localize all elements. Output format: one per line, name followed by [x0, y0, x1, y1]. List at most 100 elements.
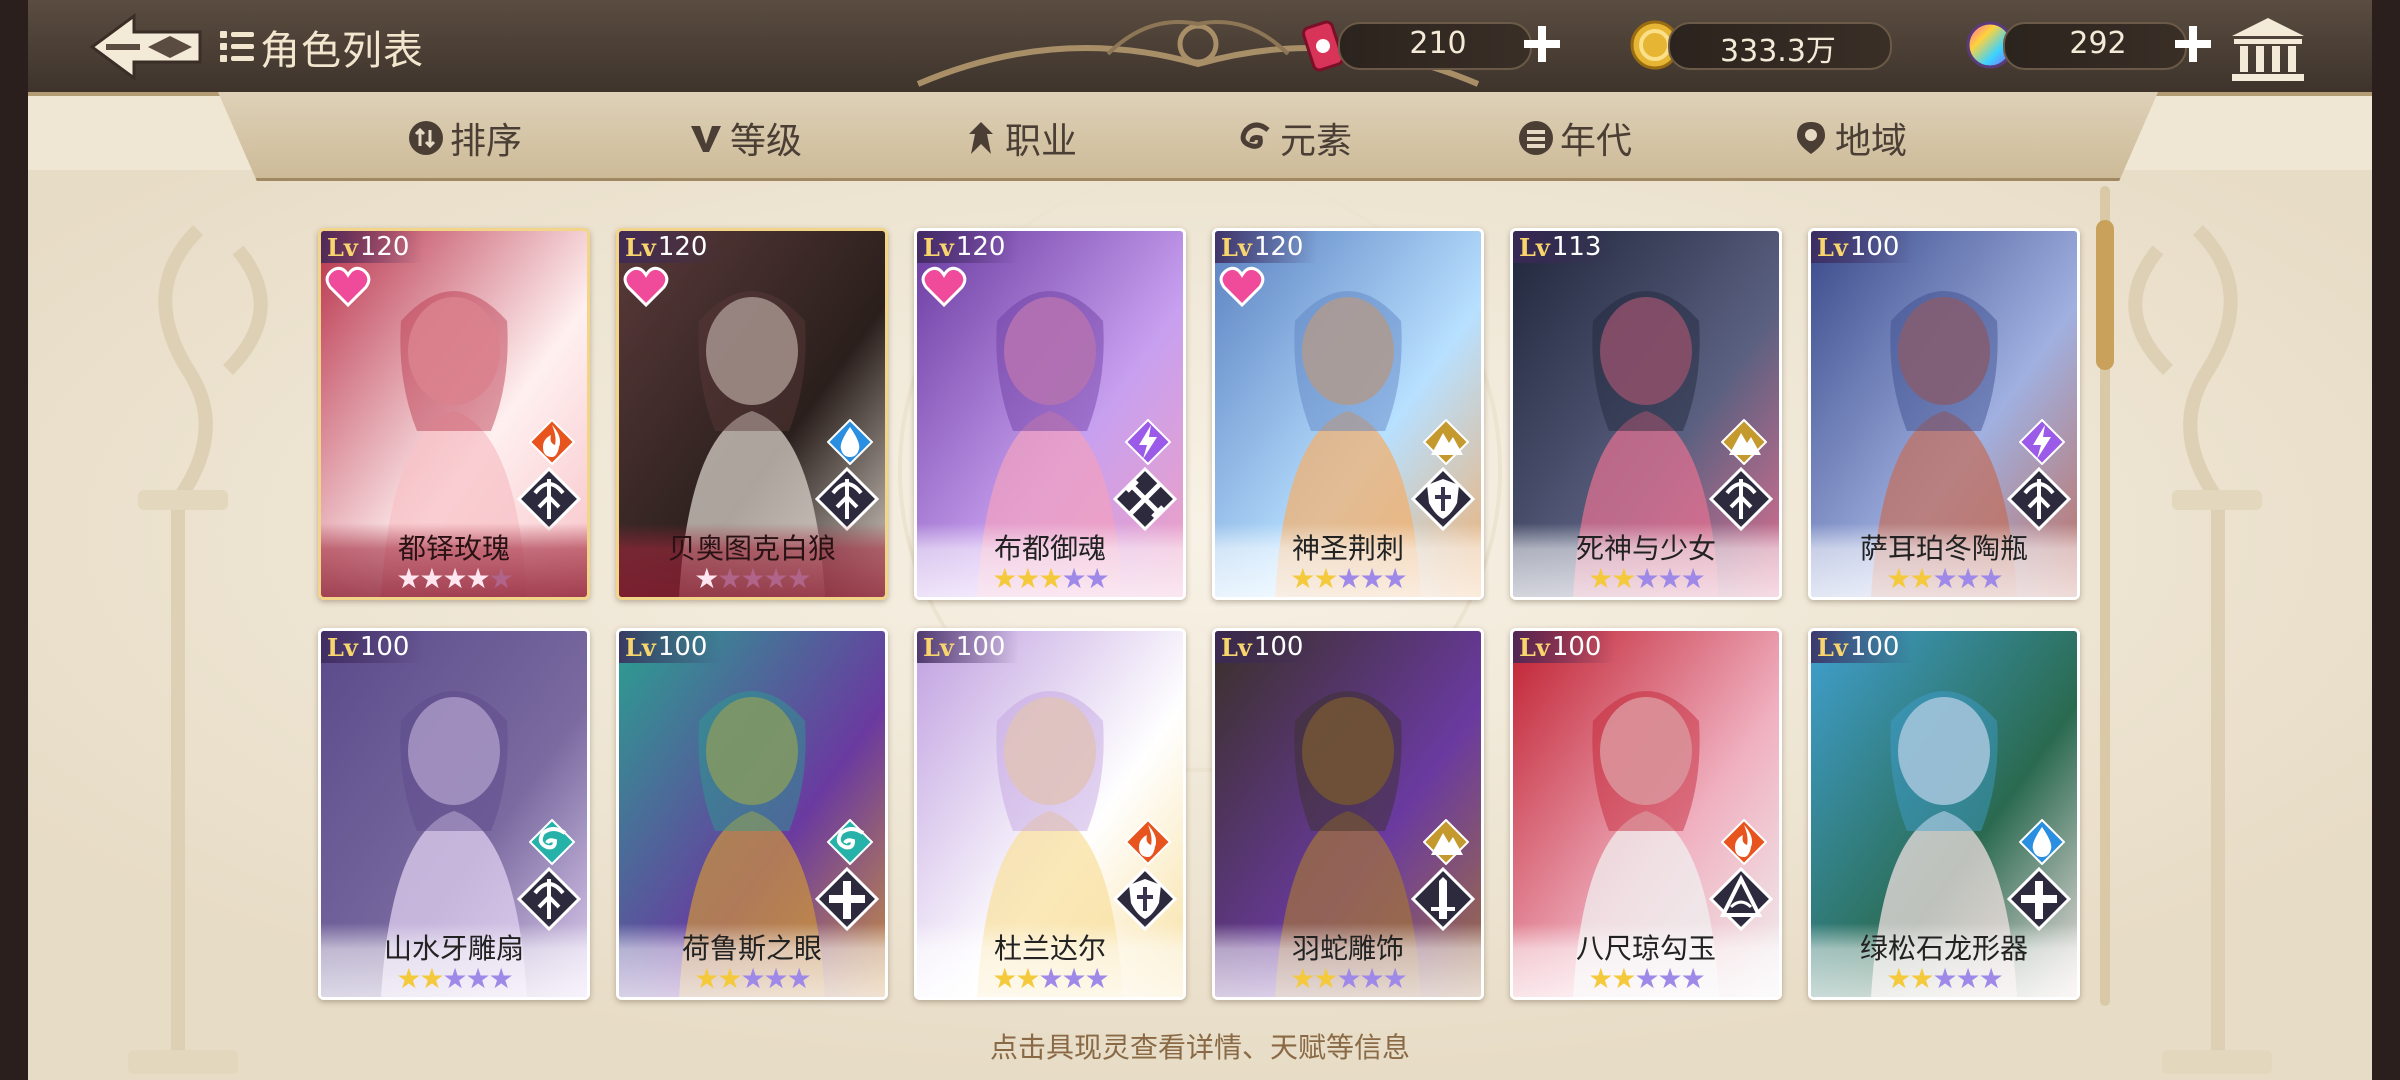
star-empty-icon: ★: [1955, 962, 1981, 995]
earth-element-icon: [1721, 419, 1767, 465]
guardian-class-icon: [1113, 867, 1177, 931]
guardian-class-icon: [1411, 467, 1475, 531]
star-filled-icon: ★: [694, 962, 719, 995]
star-rating: ★★★★★: [917, 562, 1183, 595]
character-name: 荷鲁斯之眼: [681, 932, 822, 965]
star-filled-icon: ★: [1909, 962, 1934, 995]
character-card[interactable]: Lv 113 死神与少女 ★★★★★: [1510, 228, 1782, 600]
star-filled-icon: ★: [1015, 962, 1040, 995]
character-name: 萨耳珀冬陶瓶: [1859, 532, 2028, 565]
star-empty-icon: ★: [1382, 562, 1408, 595]
star-filled-icon: ★: [396, 962, 421, 995]
favorite-heart-icon[interactable]: [623, 265, 669, 307]
star-empty-icon: ★: [1657, 562, 1683, 595]
star-empty-icon: ★: [763, 962, 789, 995]
healer-class-icon: [2007, 867, 2071, 931]
star-filled-icon: ★: [1588, 562, 1613, 595]
star-rating: ★★★★★: [917, 962, 1183, 995]
star-empty-icon: ★: [1061, 962, 1087, 995]
character-card[interactable]: Lv 100 八尺琼勾玉 ★★★★★: [1510, 628, 1782, 1000]
level-value: 113: [1551, 232, 1602, 262]
star-empty-icon: ★: [740, 962, 765, 995]
star-filled-icon: ★: [1290, 562, 1315, 595]
filter-tab-element[interactable]: 元素: [1238, 116, 1352, 162]
star-empty-icon: ★: [1336, 562, 1361, 595]
star-empty-icon: ★: [442, 962, 467, 995]
filter-tab-sort[interactable]: 排序: [408, 116, 522, 162]
level-badge: Lv 100: [619, 631, 722, 663]
character-card[interactable]: Lv 120 都铎玫瑰 ★★★★★: [318, 228, 590, 600]
level-value: 100: [1253, 632, 1304, 662]
character-card[interactable]: Lv 100 山水牙雕扇 ★★★★★: [318, 628, 590, 1000]
star-empty-icon: ★: [1955, 562, 1981, 595]
level-prefix: Lv: [327, 232, 358, 262]
filter-tab-era[interactable]: 年代: [1518, 116, 1632, 162]
star-filled-icon: ★: [419, 562, 444, 595]
level-value: 120: [955, 232, 1006, 262]
star-empty-icon: ★: [763, 562, 789, 595]
star-filled-icon: ★: [1588, 962, 1613, 995]
hint-text: 点击具现灵查看详情、天赋等信息: [989, 1031, 1410, 1064]
level-badge: Lv 100: [321, 631, 424, 663]
level-value: 100: [955, 632, 1006, 662]
star-filled-icon: ★: [1611, 562, 1636, 595]
character-card[interactable]: Lv 100 萨耳珀冬陶瓶 ★★★★★: [1808, 228, 2080, 600]
character-name: 八尺琼勾玉: [1575, 932, 1716, 965]
favorite-heart-icon[interactable]: [921, 265, 967, 307]
thunder-element-icon: [2019, 419, 2065, 465]
add-gems-button[interactable]: [2169, 20, 2217, 68]
level-v-icon: [691, 126, 721, 152]
level-badge: Lv 100: [1811, 631, 1914, 663]
level-prefix: Lv: [625, 232, 656, 262]
level-prefix: Lv: [1519, 232, 1550, 262]
back-arrow-icon: [89, 13, 202, 81]
resource-gold: 333.3万: [1628, 20, 1908, 70]
scrollbar-thumb[interactable]: [2096, 220, 2114, 370]
star-empty-icon: ★: [1634, 562, 1659, 595]
character-name: 神圣荆刺: [1291, 532, 1404, 565]
character-card[interactable]: Lv 120 布都御魂 ★★★★★: [914, 228, 1186, 600]
character-name: 羽蛇雕饰: [1291, 932, 1404, 965]
filter-tab-level[interactable]: 等级: [688, 116, 802, 162]
star-empty-icon: ★: [1680, 962, 1706, 995]
filter-tab-label: 年代: [1560, 121, 1633, 162]
bank-icon[interactable]: [2228, 14, 2308, 84]
star-filled-icon: ★: [1909, 562, 1934, 595]
character-card[interactable]: Lv 100 杜兰达尔 ★★★★★: [914, 628, 1186, 1000]
character-card[interactable]: Lv 100 羽蛇雕饰 ★★★★★: [1212, 628, 1484, 1000]
star-empty-icon: ★: [1359, 562, 1385, 595]
star-empty-icon: ★: [488, 962, 514, 995]
star-rating: ★★★★★: [321, 962, 587, 995]
tickets-value: 210: [1409, 26, 1467, 61]
star-filled-icon: ★: [1313, 562, 1338, 595]
level-badge: Lv 120: [619, 231, 722, 263]
star-filled-icon: ★: [1886, 962, 1911, 995]
character-card[interactable]: Lv 100 绿松石龙形器 ★★★★★: [1808, 628, 2080, 1000]
level-badge: Lv 100: [917, 631, 1020, 663]
earth-element-icon: [1423, 819, 1469, 865]
character-card[interactable]: Lv 120 神圣荆刺 ★★★★★: [1212, 228, 1484, 600]
level-badge: Lv 113: [1513, 231, 1616, 263]
archer-class-icon: [2007, 467, 2071, 531]
star-empty-icon: ★: [1932, 962, 1957, 995]
favorite-heart-icon[interactable]: [1219, 265, 1265, 307]
filter-tab-class[interactable]: 职业: [963, 116, 1077, 162]
filter-tab-region[interactable]: 地域: [1793, 116, 1907, 162]
favorite-heart-icon[interactable]: [325, 265, 371, 307]
star-filled-icon: ★: [1611, 962, 1636, 995]
back-button[interactable]: [88, 12, 208, 82]
star-rating: ★★★★★: [1215, 962, 1481, 995]
add-tickets-button[interactable]: [1518, 20, 1566, 68]
page-title: 角色列表: [260, 28, 424, 74]
star-rating: ★★★★★: [321, 562, 587, 595]
star-filled-icon: ★: [992, 562, 1017, 595]
character-card[interactable]: Lv 100 荷鲁斯之眼 ★★★★★: [616, 628, 888, 1000]
filter-bar: 排序 等级 职业 元素 年代 地域: [218, 92, 2158, 181]
star-empty-icon: ★: [1634, 962, 1659, 995]
star-empty-icon: ★: [1336, 962, 1361, 995]
character-card[interactable]: Lv 120 贝奥图克白狼 ★★★★★: [616, 228, 888, 600]
star-rating: ★★★★★: [1513, 962, 1779, 995]
star-filled-icon: ★: [442, 562, 467, 595]
star-filled-icon: ★: [1038, 562, 1063, 595]
water-element-icon: [2019, 819, 2065, 865]
